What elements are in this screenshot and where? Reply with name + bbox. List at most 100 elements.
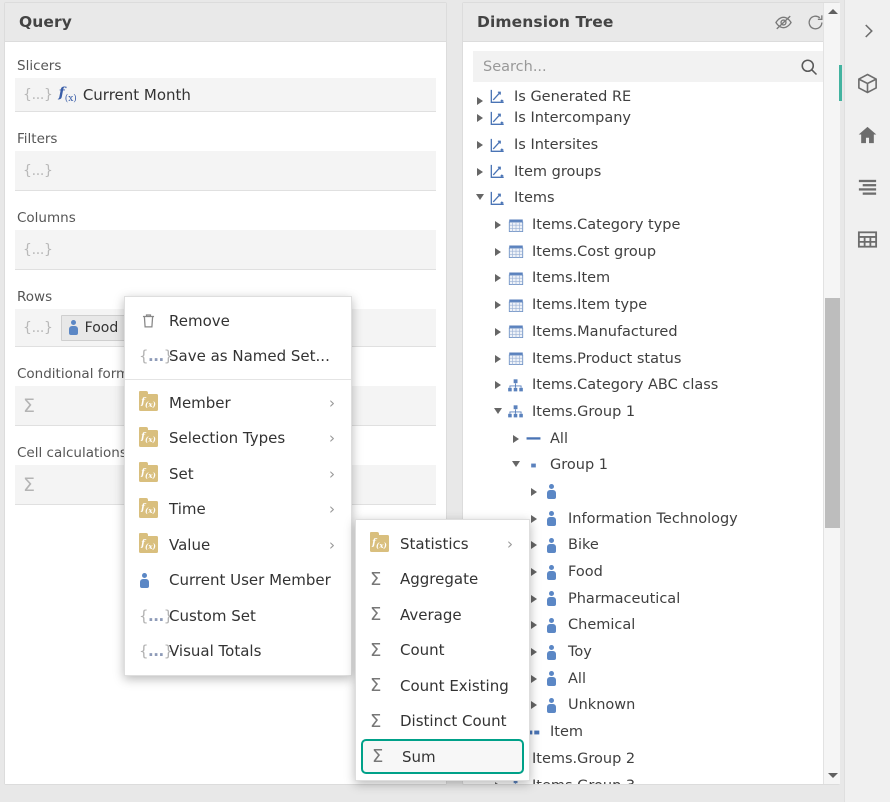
chevron-right-icon[interactable] <box>471 168 488 176</box>
tree-node[interactable]: Items.Item <box>471 265 839 292</box>
menu-item-save-as-named-set[interactable]: {...}Save as Named Set... <box>125 339 351 375</box>
menu-item-icon: f(x) <box>139 501 169 518</box>
tree-node-type-icon <box>506 351 525 366</box>
chevron-down-icon[interactable] <box>507 463 524 467</box>
menu-item-value[interactable]: f(x)Value› <box>125 527 351 563</box>
braces-icon: {...} <box>139 642 173 660</box>
sigma-icon: Σ <box>23 395 35 417</box>
tree-node[interactable]: All <box>471 425 839 452</box>
submenu-item-aggregate[interactable]: ΣAggregate <box>356 562 529 598</box>
chevron-right-icon[interactable] <box>489 328 506 336</box>
chevron-right-icon[interactable] <box>507 435 524 443</box>
chevron-right-icon[interactable] <box>853 16 883 46</box>
query-panel-header: Query <box>5 3 446 42</box>
submenu-item-sum[interactable]: ΣSum <box>361 739 524 774</box>
menu-item-remove[interactable]: Remove <box>125 303 351 339</box>
menu-item-selection-types[interactable]: f(x)Selection Types› <box>125 421 351 457</box>
member-icon <box>546 698 557 713</box>
submenu-item-count[interactable]: ΣCount <box>356 633 529 669</box>
tree-node-label: Food <box>568 564 603 580</box>
tree-node-type-icon <box>524 457 543 474</box>
home-icon[interactable] <box>853 120 883 150</box>
tree-node-label: Items.Item <box>532 270 610 286</box>
tree-node[interactable]: Is Generated RE <box>471 86 839 105</box>
grid-icon[interactable] <box>853 224 883 254</box>
search-box[interactable] <box>473 51 829 82</box>
eye-off-icon[interactable] <box>774 13 793 32</box>
tree-scrollbar[interactable] <box>823 3 840 784</box>
tree-node[interactable]: Items.Category type <box>471 212 839 239</box>
chevron-right-icon[interactable] <box>489 355 506 363</box>
tree-node-type-icon <box>488 137 507 154</box>
tree-node[interactable]: Items.Item type <box>471 292 839 319</box>
chevron-right-icon[interactable] <box>489 301 506 309</box>
chevron-right-icon[interactable] <box>489 782 506 784</box>
scroll-up-button[interactable] <box>824 3 841 20</box>
menu-item-current-user-member[interactable]: Current User Member <box>125 563 351 599</box>
tree-node-type-icon <box>506 298 525 313</box>
fx-icon: f(x) <box>59 85 77 104</box>
chevron-down-icon[interactable] <box>489 410 506 414</box>
tree-node-type-icon <box>542 565 561 580</box>
chevron-right-icon: › <box>329 500 335 518</box>
chevron-right-icon[interactable] <box>525 488 542 496</box>
tree-node[interactable]: Items.Manufactured <box>471 319 839 346</box>
menu-item-set[interactable]: f(x)Set› <box>125 456 351 492</box>
tree-node[interactable] <box>471 479 839 506</box>
submenu-item-count-existing[interactable]: ΣCount Existing <box>356 668 529 704</box>
menu-item-label: Visual Totals <box>169 642 335 660</box>
member-icon <box>546 645 557 660</box>
submenu-item-average[interactable]: ΣAverage <box>356 597 529 633</box>
chevron-right-icon[interactable] <box>471 141 488 149</box>
tree-node[interactable]: Is Intercompany <box>471 105 839 132</box>
tree-node[interactable]: Items.Product status <box>471 345 839 372</box>
menu-item-icon: f(x) <box>139 536 169 553</box>
chevron-right-icon[interactable] <box>489 221 506 229</box>
context-menu[interactable]: Remove{...}Save as Named Set... f(x)Membe… <box>124 296 352 676</box>
tree-node[interactable]: Is Intersites <box>471 132 839 159</box>
filters-dropzone[interactable]: {...} <box>15 151 436 191</box>
tree-node-label: Pharmaceutical <box>568 591 680 607</box>
dimension-icon <box>489 137 506 154</box>
row-chip-label: Food <box>85 320 119 336</box>
chevron-down-icon[interactable] <box>471 196 488 200</box>
search-icon[interactable] <box>799 57 819 77</box>
slicer-value[interactable]: Current Month <box>83 86 191 104</box>
menu-item-member[interactable]: f(x)Member› <box>125 385 351 421</box>
slicers-dropzone[interactable]: {...} f(x) Current Month <box>15 78 436 112</box>
chevron-right-icon[interactable] <box>489 381 506 389</box>
chevron-right-icon[interactable] <box>471 97 488 105</box>
tree-node[interactable]: Group 1 <box>471 452 839 479</box>
columns-dropzone[interactable]: {...} <box>15 230 436 270</box>
menu-item-visual-totals[interactable]: {...}Visual Totals <box>125 634 351 670</box>
row-chip-food[interactable]: Food <box>61 315 129 341</box>
tree-node-type-icon <box>542 484 561 499</box>
chevron-right-icon[interactable] <box>489 248 506 256</box>
tree-node-type-icon <box>506 377 525 394</box>
submenu-item-statistics[interactable]: f(x)Statistics› <box>356 526 529 562</box>
sigma-icon: Σ <box>370 569 381 590</box>
braces-icon: {...} <box>23 242 53 258</box>
scroll-down-button[interactable] <box>824 767 841 784</box>
search-input[interactable] <box>483 59 799 75</box>
tree-node[interactable]: Items.Category ABC class <box>471 372 839 399</box>
list-icon[interactable] <box>853 172 883 202</box>
tree-node[interactable]: Item groups <box>471 158 839 185</box>
menu-item-custom-set[interactable]: {...}Custom Set <box>125 598 351 634</box>
cube-icon[interactable] <box>853 68 883 98</box>
tree-node[interactable]: Items <box>471 185 839 212</box>
menu-item-time[interactable]: f(x)Time› <box>125 492 351 528</box>
chevron-right-icon[interactable] <box>489 274 506 282</box>
menu-item-icon: {...} <box>139 347 169 365</box>
tree-node[interactable]: Items.Group 1 <box>471 399 839 426</box>
tree-node[interactable]: Items.Cost group <box>471 238 839 265</box>
chevron-right-icon[interactable] <box>471 114 488 122</box>
submenu-item-distinct-count[interactable]: ΣDistinct Count <box>356 704 529 740</box>
tree-node-type-icon <box>488 88 507 105</box>
fx-folder-icon: f(x) <box>139 394 158 411</box>
tree-node-type-icon <box>488 110 507 127</box>
sigma-icon: Σ <box>23 474 35 496</box>
context-submenu[interactable]: f(x)Statistics›ΣAggregateΣAverageΣCountΣ… <box>355 519 530 781</box>
scrollbar-thumb[interactable] <box>825 298 840 528</box>
tree-node-label: Unknown <box>568 697 635 713</box>
